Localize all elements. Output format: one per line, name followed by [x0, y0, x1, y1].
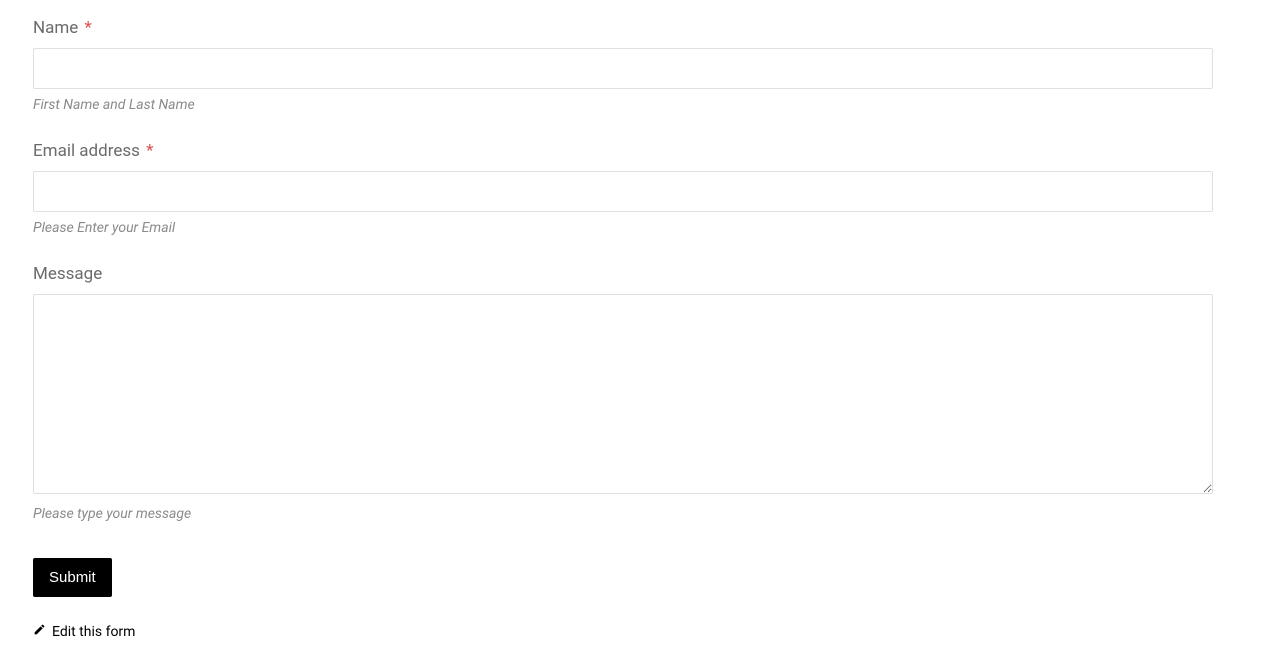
name-required-mark: * [85, 18, 92, 38]
name-input[interactable] [33, 48, 1213, 89]
edit-form-link[interactable]: Edit this form [33, 623, 135, 640]
email-field-group: Email address * Please Enter your Email [33, 141, 1213, 236]
message-field-group: Message Please type your message [33, 264, 1213, 522]
message-label: Message [33, 264, 1213, 284]
name-label-text: Name [33, 18, 78, 38]
message-label-text: Message [33, 264, 102, 284]
email-required-mark: * [146, 141, 153, 161]
pencil-icon [33, 623, 46, 640]
contact-form: Name * First Name and Last Name Email ad… [33, 18, 1213, 640]
edit-form-link-text: Edit this form [52, 624, 135, 640]
name-help-text: First Name and Last Name [33, 97, 1213, 113]
email-label-text: Email address [33, 141, 140, 161]
email-help-text: Please Enter your Email [33, 220, 1213, 236]
email-label: Email address * [33, 141, 1213, 161]
submit-button[interactable]: Submit [33, 558, 112, 597]
name-field-group: Name * First Name and Last Name [33, 18, 1213, 113]
message-help-text: Please type your message [33, 506, 1213, 522]
name-label: Name * [33, 18, 1213, 38]
email-input[interactable] [33, 171, 1213, 212]
message-textarea[interactable] [33, 294, 1213, 494]
